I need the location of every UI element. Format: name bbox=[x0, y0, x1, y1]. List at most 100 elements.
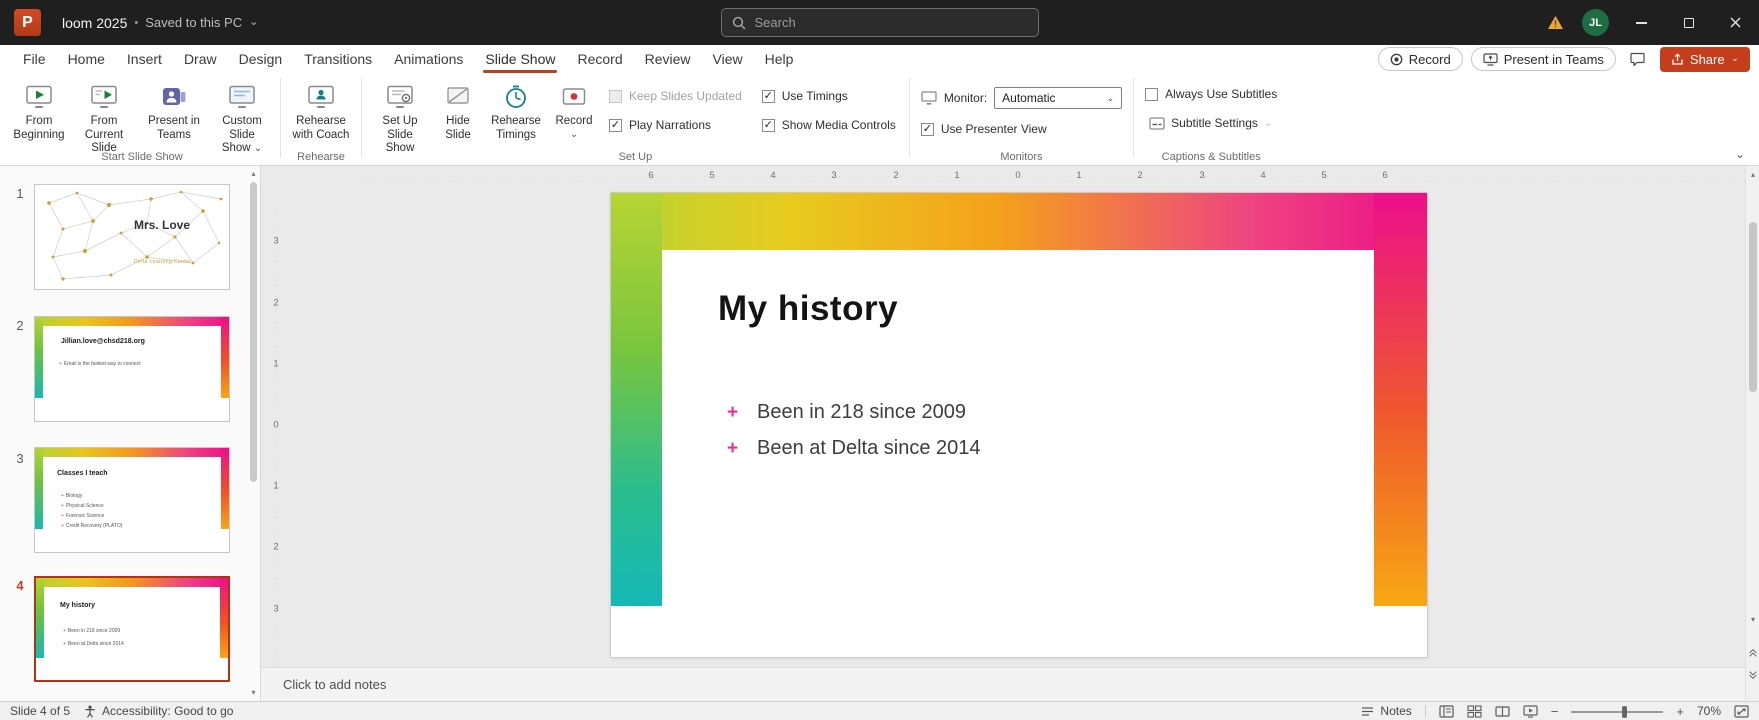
tab-file[interactable]: File bbox=[12, 45, 57, 73]
rehearse-with-coach-button[interactable]: Rehearse with Coach bbox=[288, 77, 354, 144]
set-up-slide-show-button[interactable]: Set Up Slide Show bbox=[369, 77, 431, 158]
scroll-up-icon[interactable]: ▴ bbox=[249, 170, 258, 178]
checkbox-box bbox=[1145, 87, 1159, 101]
tab-help[interactable]: Help bbox=[754, 45, 805, 73]
from-current-slide-button[interactable]: From Current Slide bbox=[71, 77, 137, 158]
search-box[interactable] bbox=[720, 8, 1039, 37]
zoom-level[interactable]: 70% bbox=[1697, 704, 1721, 718]
network-pattern bbox=[47, 190, 223, 281]
scroll-down-icon[interactable]: ▾ bbox=[1746, 611, 1759, 627]
checkbox-always-use-subtitles[interactable]: Always Use Subtitles bbox=[1145, 87, 1277, 101]
zoom-out-button[interactable]: − bbox=[1551, 705, 1559, 718]
monitor-icon bbox=[921, 91, 937, 105]
search-input[interactable] bbox=[754, 15, 1028, 30]
thumbnail-scrollbar[interactable]: ▴ ▾ bbox=[249, 168, 258, 699]
vertical-scrollbar-thumb[interactable] bbox=[1749, 222, 1757, 392]
chevron-down-icon: ⌄ bbox=[1730, 53, 1739, 64]
fit-to-window-button[interactable] bbox=[1734, 704, 1749, 718]
record-button[interactable]: Record bbox=[1377, 47, 1463, 71]
normal-view-button[interactable] bbox=[1439, 704, 1454, 718]
title-bar: P loom 2025 • Saved to this PC ⌄ JL bbox=[0, 0, 1759, 45]
notes-toggle-button[interactable]: Notes bbox=[1361, 704, 1412, 718]
warning-icon[interactable] bbox=[1537, 0, 1573, 45]
monitor-label: Monitor: bbox=[943, 91, 988, 105]
scroll-up-icon[interactable]: ▴ bbox=[1746, 166, 1759, 182]
close-button[interactable] bbox=[1712, 0, 1759, 45]
bullet-item[interactable]: + Been in 218 since 2009 bbox=[727, 401, 981, 437]
maximize-button[interactable] bbox=[1665, 0, 1712, 45]
checkbox-show-media-controls[interactable]: ✓ Show Media Controls bbox=[761, 118, 896, 132]
ruler-number: 2 bbox=[893, 170, 899, 181]
checkbox-label: Show Media Controls bbox=[781, 118, 896, 132]
group-set-up: Set Up Slide Show Hide Slide Rehearse Ti… bbox=[362, 73, 909, 165]
tab-insert[interactable]: Insert bbox=[116, 45, 173, 73]
rehearse-timings-button[interactable]: Rehearse Timings bbox=[485, 77, 547, 144]
notes-pane[interactable]: Click to add notes bbox=[261, 667, 1759, 701]
monitor-dropdown[interactable]: Automatic ⌄ bbox=[994, 87, 1123, 109]
vertical-scrollbar[interactable]: ▴ ▾ bbox=[1745, 166, 1759, 701]
present-in-teams-ribbon-button[interactable]: Present in Teams bbox=[141, 77, 207, 144]
chevron-down-icon: ⌄ bbox=[249, 16, 259, 28]
checkbox-play-narrations[interactable]: ✓ Play Narrations bbox=[609, 118, 742, 132]
slide-thumbnail-3[interactable]: Classes I teach + Biology + Physical Scien… bbox=[34, 447, 230, 553]
tab-draw[interactable]: Draw bbox=[173, 45, 228, 73]
present-in-teams-button[interactable]: Present in Teams bbox=[1470, 47, 1616, 71]
horizontal-ruler[interactable]: 6 5 4 3 2 1 0 1 2 3 4 5 6 bbox=[287, 169, 1741, 183]
tab-view[interactable]: View bbox=[702, 45, 754, 73]
previous-slide-button[interactable] bbox=[1746, 645, 1759, 661]
checkbox-use-presenter-view[interactable]: ✓ Use Presenter View bbox=[920, 122, 1047, 136]
slide-title[interactable]: My history bbox=[718, 289, 898, 329]
scroll-down-icon[interactable]: ▾ bbox=[249, 689, 258, 697]
tab-home[interactable]: Home bbox=[57, 45, 116, 73]
slide-canvas[interactable]: My history + Been in 218 since 2009 + Be… bbox=[611, 193, 1427, 657]
share-button[interactable]: Share ⌄ bbox=[1659, 46, 1750, 72]
rehearse-with-coach-icon bbox=[307, 82, 335, 112]
next-slide-button[interactable] bbox=[1746, 667, 1759, 683]
tab-design[interactable]: Design bbox=[228, 45, 294, 73]
document-title[interactable]: loom 2025 • Saved to this PC ⌄ bbox=[54, 11, 266, 35]
vertical-ruler[interactable]: 3 2 1 0 1 2 3 bbox=[266, 182, 286, 668]
custom-slide-show-button[interactable]: Custom Slide Show ⌄ bbox=[211, 77, 273, 158]
slide-body-placeholder[interactable]: + Been in 218 since 2009 + Been at Delta… bbox=[727, 401, 981, 473]
ruler-number: 3 bbox=[273, 235, 279, 247]
thumbnail-scrollbar-thumb[interactable] bbox=[250, 182, 257, 482]
powerpoint-logo-letter: P bbox=[22, 13, 33, 31]
rehearse-with-coach-label: Rehearse with Coach bbox=[292, 115, 350, 141]
tab-transitions[interactable]: Transitions bbox=[293, 45, 383, 73]
bullet-item[interactable]: + Been at Delta since 2014 bbox=[727, 437, 981, 473]
avatar[interactable]: JL bbox=[1582, 9, 1609, 36]
ruler-number: 4 bbox=[770, 170, 776, 181]
tab-review[interactable]: Review bbox=[634, 45, 702, 73]
gradient-frame-top bbox=[36, 578, 228, 587]
powerpoint-logo[interactable]: P bbox=[14, 9, 41, 36]
minimize-button[interactable] bbox=[1618, 0, 1665, 45]
menubar-right-controls: Record Present in Teams Share ⌄ bbox=[1377, 45, 1750, 73]
tab-slide-show[interactable]: Slide Show bbox=[474, 45, 566, 73]
checkbox-use-timings[interactable]: ✓ Use Timings bbox=[761, 89, 896, 103]
hide-slide-button[interactable]: Hide Slide bbox=[435, 77, 481, 144]
group-captions-subtitles: Always Use Subtitles Subtitle Settings ⌄… bbox=[1134, 73, 1288, 165]
tab-record[interactable]: Record bbox=[566, 45, 633, 73]
slide-thumbnail-1[interactable]: Mrs. Love Delta Learning Center bbox=[34, 184, 230, 290]
slide-show-view-button[interactable] bbox=[1523, 704, 1538, 718]
collapse-ribbon-button[interactable]: ⌄ bbox=[1735, 147, 1745, 161]
checkbox-keep-slides-updated[interactable]: Keep Slides Updated bbox=[609, 89, 742, 103]
accessibility-status[interactable]: Accessibility: Good to go bbox=[84, 704, 233, 718]
zoom-slider-knob[interactable] bbox=[1621, 705, 1627, 718]
saved-status: Saved to this PC bbox=[145, 15, 243, 30]
zoom-in-button[interactable]: + bbox=[1676, 705, 1684, 718]
slide-thumbnail-4[interactable]: My history + Been in 218 since 2009 + Been… bbox=[34, 576, 230, 682]
slide-sorter-view-button[interactable] bbox=[1467, 704, 1482, 718]
reading-view-button[interactable] bbox=[1495, 705, 1510, 718]
zoom-slider[interactable] bbox=[1571, 704, 1664, 719]
slide-thumbnail-2[interactable]: Jillian.love@chsd218.org + Email is the f… bbox=[34, 316, 230, 422]
slide-indicator[interactable]: Slide 4 of 5 bbox=[10, 704, 70, 718]
from-beginning-button[interactable]: From Beginning bbox=[11, 77, 67, 144]
checkbox-label: Keep Slides Updated bbox=[629, 89, 742, 103]
record-ribbon-button[interactable]: Record ⌄ bbox=[551, 77, 597, 142]
comments-button[interactable] bbox=[1624, 47, 1652, 71]
close-icon bbox=[1730, 17, 1741, 28]
subtitle-settings-button[interactable]: Subtitle Settings ⌄ bbox=[1145, 114, 1277, 132]
tab-animations[interactable]: Animations bbox=[383, 45, 474, 73]
group-label-rehearse: Rehearse bbox=[297, 151, 345, 163]
